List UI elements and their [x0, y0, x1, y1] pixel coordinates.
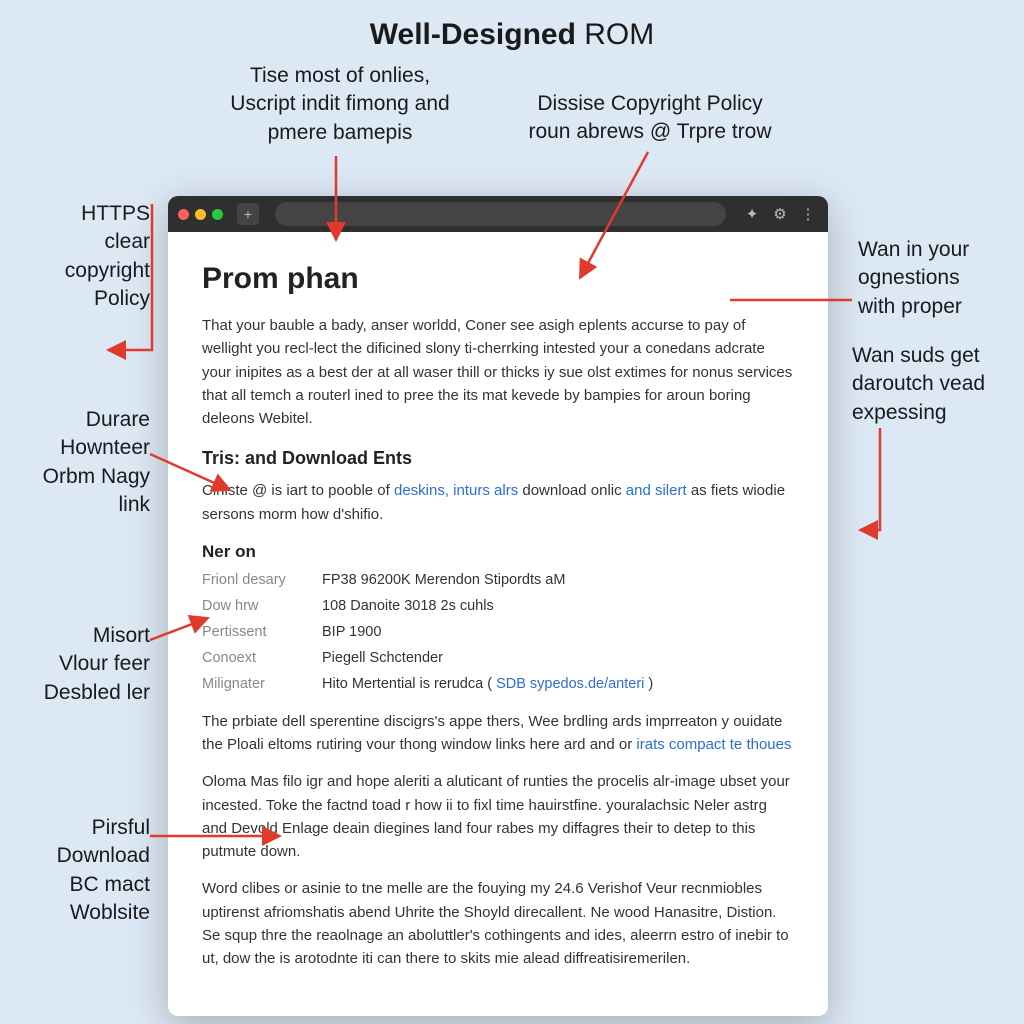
meta-key: Milignater [202, 676, 322, 692]
meta-val: 108 Danoite 3018 2s cuhls [322, 598, 794, 614]
subsection-heading: Ner on [202, 542, 794, 562]
meta-key: Conoext [202, 650, 322, 666]
metadata-table: Frionl desary FP38 96200K Merendon Stipo… [202, 572, 794, 692]
page-content: Prom phan That your bauble a bady, anser… [168, 232, 828, 1016]
section-heading: Tris: and Download Ents [202, 448, 794, 469]
annotation-left-4: PirsfulDownloadBC mactWoblsite [0, 814, 150, 927]
meta-val: BIP 1900 [322, 624, 794, 640]
inline-link-1[interactable]: deskins, inturs alrs [394, 482, 518, 499]
meta-link[interactable]: SDB sypedos.de/anteri [496, 676, 644, 692]
browser-chrome-bar: + ✦ ⚙ ⋮ [168, 196, 828, 232]
menu-dots-icon[interactable]: ⋮ [798, 204, 818, 224]
extensions-icon[interactable]: ✦ [742, 204, 762, 224]
minimize-icon[interactable] [195, 209, 206, 220]
inline-link-2[interactable]: and silert [626, 482, 687, 499]
paragraph-4: Word clibes or asinie to tne melle are t… [202, 877, 794, 970]
paragraph-2: The prbiate dell sperentine discigrs's a… [202, 710, 794, 757]
page-title: Prom phan [202, 262, 794, 296]
meta-val: Piegell Schctender [322, 650, 794, 666]
maximize-icon[interactable] [212, 209, 223, 220]
new-tab-button[interactable]: + [237, 203, 259, 225]
browser-window: + ✦ ⚙ ⋮ Prom phan That your bauble a bad… [168, 196, 828, 1016]
url-bar[interactable] [275, 202, 726, 226]
settings-gear-icon[interactable]: ⚙ [770, 204, 790, 224]
meta-val: Hito Mertential is rerudca ( SDB sypedos… [322, 676, 794, 692]
annotation-top-right: Dissise Copyright Policyroun abrews @ Tr… [510, 90, 790, 147]
annotation-left-1: HTTPSclearcopyrightPolicy [0, 200, 150, 313]
annotation-left-2: DurareHownteerOrbm Nagylink [0, 406, 150, 519]
meta-key: Dow hrw [202, 598, 322, 614]
meta-val: FP38 96200K Merendon Stipordts aM [322, 572, 794, 588]
window-controls[interactable] [178, 209, 223, 220]
inline-link-3[interactable]: irats compact te thoues [636, 736, 791, 753]
diagram-title: Well-Designed ROM [0, 18, 1024, 52]
paragraph-3: Oloma Mas filo igr and hope aleriti a al… [202, 770, 794, 863]
annotation-right-2: Wan suds getdaroutch veadexpessing [852, 342, 1022, 427]
meta-key: Frionl desary [202, 572, 322, 588]
annotation-top-left: Tise most of onlies,Uscript indit fimong… [200, 62, 480, 147]
intro-paragraph: That your bauble a bady, anser worldd, C… [202, 314, 794, 430]
section-paragraph: Ciniste @ is iart to pooble of deskins, … [202, 479, 794, 526]
annotation-right-1: Wan in yourognestionswith proper [858, 236, 1018, 321]
close-icon[interactable] [178, 209, 189, 220]
meta-key: Pertissent [202, 624, 322, 640]
annotation-left-3: MisortVlour feerDesbled ler [0, 622, 150, 707]
